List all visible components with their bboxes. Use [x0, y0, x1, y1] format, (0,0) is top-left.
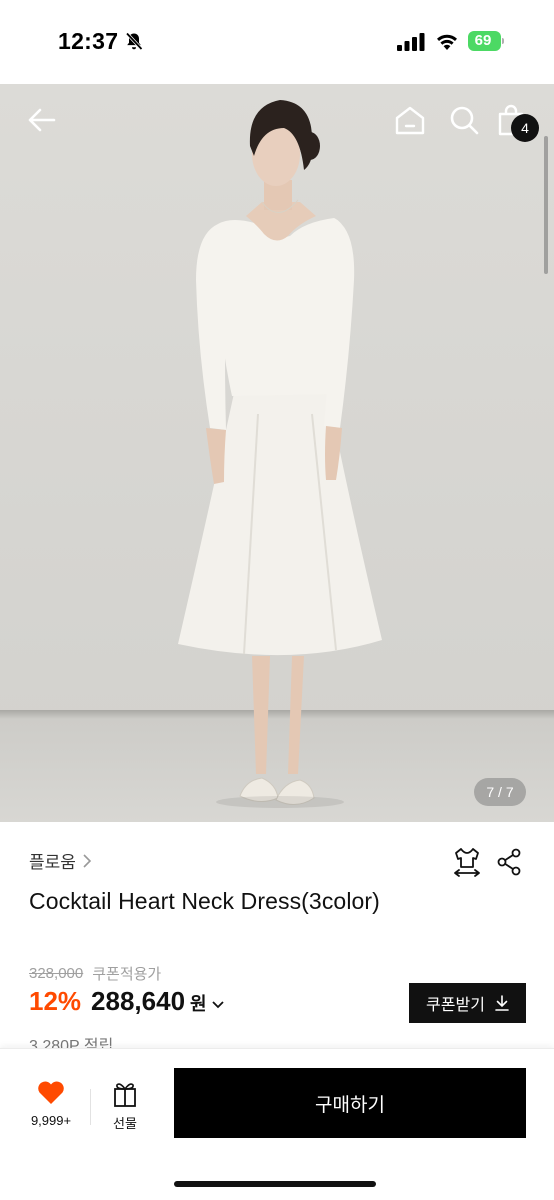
brand-name: 플로움 [29, 853, 76, 872]
original-price: 328,000 [29, 965, 84, 982]
chevron-down-icon[interactable] [211, 1000, 224, 1010]
heart-icon [38, 1081, 64, 1104]
size-guide-icon[interactable] [452, 846, 482, 878]
like-count: 9,999+ [30, 1113, 72, 1128]
share-icon[interactable] [496, 848, 522, 876]
discount-rate: 12% [29, 986, 82, 1016]
battery-indicator: 69 [468, 31, 504, 51]
product-title: Cocktail Heart Neck Dress(3color) [29, 888, 380, 914]
like-button[interactable]: 9,999+ [22, 1081, 80, 1133]
cart-count-badge: 4 [511, 114, 539, 142]
brand-link[interactable]: 플로움 [29, 848, 92, 873]
wifi-icon [437, 34, 457, 50]
coupon-price-label: 쿠폰적용가 [92, 966, 162, 983]
battery-tip [502, 38, 504, 44]
currency-unit: 원 [190, 994, 207, 1014]
gift-button[interactable]: 선물 [104, 1081, 146, 1133]
buy-button-label: 구매하기 [315, 1094, 385, 1116]
model-photo [178, 100, 382, 808]
search-icon[interactable] [446, 102, 482, 138]
home-indicator [174, 1181, 376, 1187]
coupon-download-button[interactable]: 쿠폰받기 [409, 983, 526, 1023]
home-icon[interactable] [392, 102, 428, 138]
bottom-action-bar: 9,999+ 선물 구매하기 [0, 1048, 554, 1200]
cellular-signal-icon [397, 33, 425, 51]
price-row[interactable]: 12% 288,640 원 [29, 986, 224, 1017]
image-counter: 7 / 7 [474, 778, 526, 806]
sale-price: 288,640 [91, 986, 186, 1016]
battery-level: 69 [474, 32, 492, 49]
gift-label: 선물 [113, 1116, 137, 1131]
product-image[interactable]: 4 7 / 7 [0, 84, 554, 822]
divider [90, 1089, 91, 1125]
coupon-button-label: 쿠폰받기 [426, 997, 485, 1014]
status-time: 12:37 [58, 28, 119, 54]
reward-points: 3,280P 적립 [29, 1038, 114, 1048]
download-icon [495, 995, 509, 1011]
bell-slash-icon [125, 32, 143, 51]
chevron-right-icon [83, 853, 92, 868]
gift-icon [114, 1083, 136, 1107]
buy-button[interactable]: 구매하기 [174, 1068, 526, 1138]
scroll-indicator [544, 136, 548, 274]
original-price-row: 328,000 쿠폰적용가 [29, 963, 161, 984]
status-bar: 12:37 69 [0, 0, 554, 84]
back-arrow-icon[interactable] [24, 102, 60, 138]
